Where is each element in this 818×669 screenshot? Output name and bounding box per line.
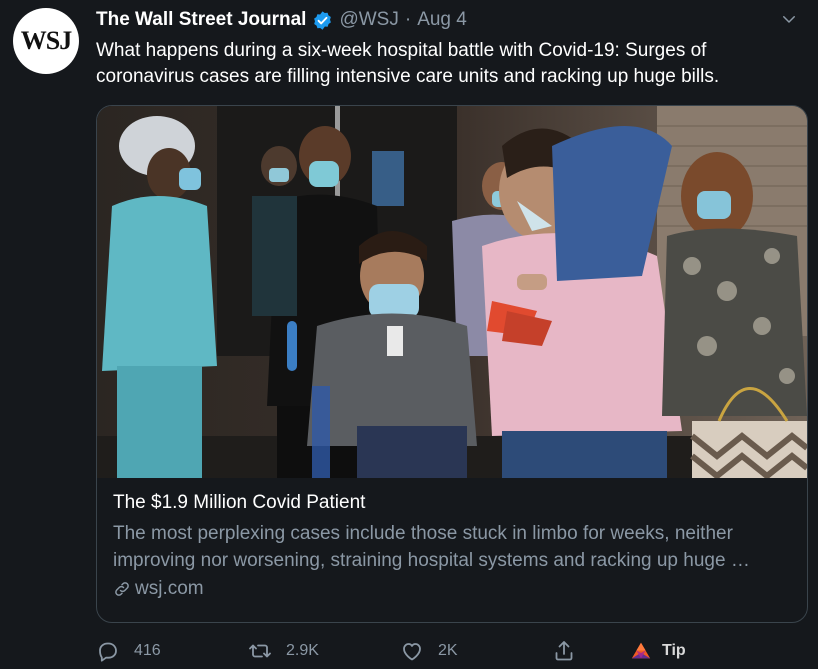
reply-icon: [99, 642, 117, 662]
card-domain-text: wsj.com: [135, 578, 204, 599]
chevron-down-icon[interactable]: [780, 10, 798, 28]
author-handle[interactable]: @WSJ: [339, 9, 398, 31]
reply-button[interactable]: 416: [96, 636, 161, 666]
share-icon: [555, 641, 573, 661]
author-name[interactable]: The Wall Street Journal: [96, 9, 306, 31]
brave-tip-icon: [631, 642, 651, 659]
card-domain: wsj.com: [113, 576, 791, 602]
avatar[interactable]: WSJ: [13, 8, 79, 74]
tip-button[interactable]: Tip: [630, 636, 686, 666]
card-description: The most perplexing cases include those …: [113, 523, 750, 571]
header-separator: ·: [404, 9, 412, 30]
share-button[interactable]: [552, 636, 590, 666]
retweet-button[interactable]: 2.9K: [248, 636, 319, 666]
hospital-photo-illustration: [97, 106, 807, 478]
card-photo: [97, 106, 807, 478]
link-icon: [115, 582, 129, 596]
link-card[interactable]: The $1.9 Million Covid Patient The most …: [96, 105, 808, 623]
tweet-header: The Wall Street Journal @WSJ · Aug 4: [96, 6, 798, 34]
tweet[interactable]: WSJ The Wall Street Journal @WSJ · Aug 4…: [0, 0, 818, 669]
tweet-actions: 416 2.9K 2K Tip: [96, 636, 706, 666]
verified-badge-icon: [314, 10, 332, 30]
like-button[interactable]: 2K: [400, 636, 458, 666]
tweet-text: What happens during a six-week hospital …: [96, 40, 720, 87]
tip-label: Tip: [662, 642, 686, 659]
retweet-icon: [249, 644, 271, 658]
card-body: The $1.9 Million Covid Patient The most …: [113, 490, 791, 602]
heart-icon: [403, 643, 421, 661]
reply-count: 416: [134, 642, 161, 659]
retweet-count: 2.9K: [286, 642, 319, 659]
card-title: The $1.9 Million Covid Patient: [113, 492, 366, 513]
avatar-logo: WSJ: [20, 26, 72, 55]
like-count: 2K: [438, 642, 458, 659]
tweet-date[interactable]: Aug 4: [417, 9, 467, 31]
